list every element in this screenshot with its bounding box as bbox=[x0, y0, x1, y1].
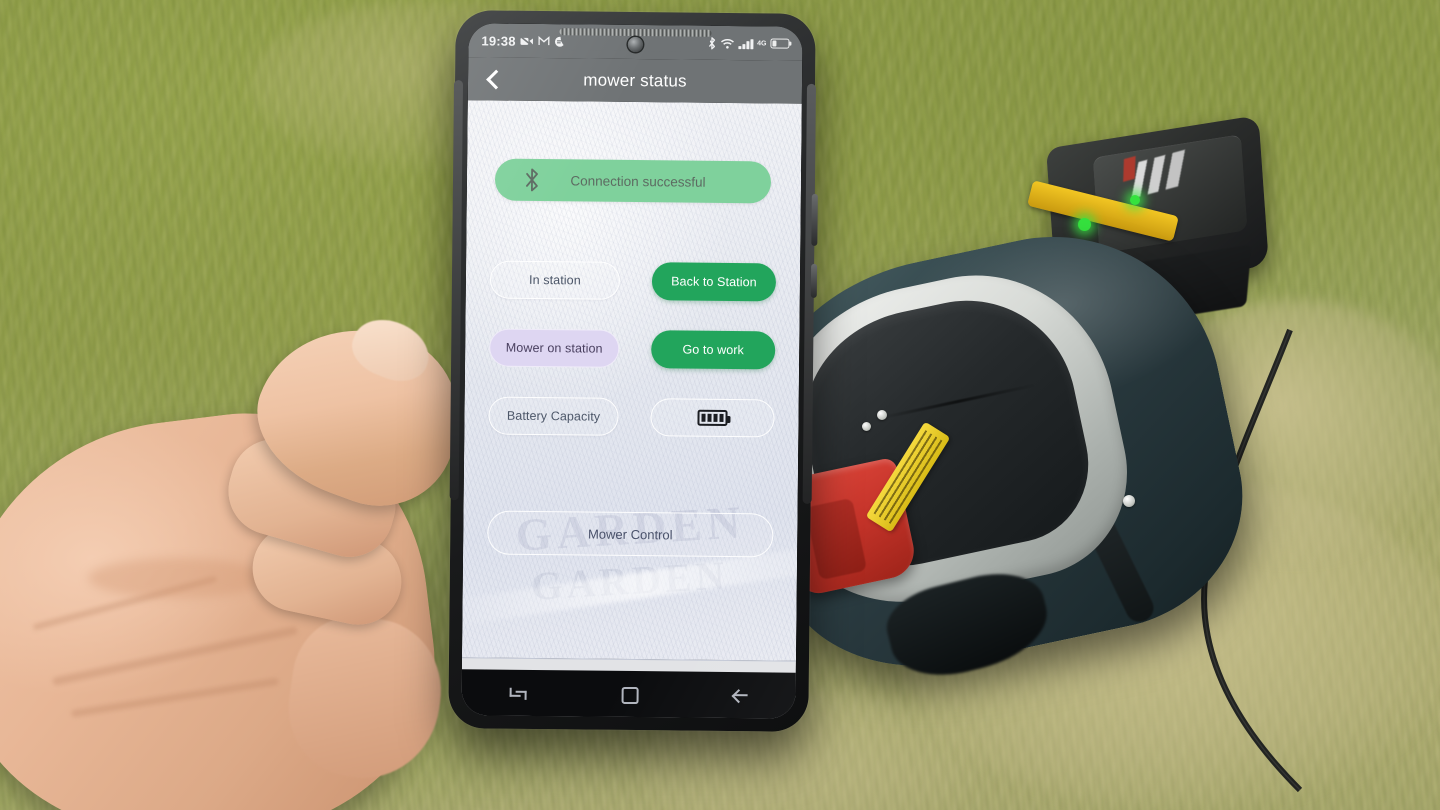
power-button[interactable] bbox=[810, 263, 818, 298]
knuckle-shadow bbox=[88, 558, 268, 598]
gmail-icon bbox=[538, 36, 550, 46]
status-label-mower-on-station: Mower on station bbox=[489, 328, 620, 368]
mower-screw bbox=[877, 410, 887, 420]
status-row-station: In station Back to Station bbox=[489, 260, 777, 302]
front-camera bbox=[627, 36, 643, 53]
battery-icon bbox=[770, 38, 790, 49]
signal-bars-icon bbox=[738, 38, 754, 49]
page-title: mower status bbox=[583, 69, 687, 91]
back-to-station-button[interactable]: Back to Station bbox=[651, 262, 777, 302]
wifi-icon bbox=[721, 37, 735, 49]
recents-icon[interactable] bbox=[508, 684, 526, 702]
status-label-in-station: In station bbox=[489, 260, 621, 300]
volume-button[interactable] bbox=[811, 193, 818, 246]
connection-status-text: Connection successful bbox=[570, 172, 706, 190]
app-content: GARDEN GARDEN Connection successful In s… bbox=[461, 100, 802, 661]
smartphone: 19:38 4G mower status Connection success… bbox=[448, 10, 818, 732]
robot-lawn-mower bbox=[723, 110, 1320, 695]
mower-screw bbox=[1123, 495, 1135, 507]
app-bar: mower status bbox=[467, 57, 803, 104]
back-chevron-icon[interactable] bbox=[482, 68, 504, 90]
battery-icon bbox=[697, 409, 728, 427]
status-row-battery: Battery Capacity bbox=[488, 396, 775, 438]
back-icon[interactable] bbox=[731, 686, 749, 704]
connection-status-banner: Connection successful bbox=[494, 158, 772, 204]
home-icon[interactable] bbox=[620, 685, 638, 703]
dock-status-led bbox=[1078, 218, 1091, 231]
status-bar-clock: 19:38 bbox=[481, 32, 516, 49]
mower-screw bbox=[862, 422, 871, 431]
status-label-battery-capacity: Battery Capacity bbox=[488, 396, 619, 436]
phone-screen: 19:38 4G mower status Connection success… bbox=[461, 23, 803, 719]
mower-status-led bbox=[1130, 195, 1140, 205]
video-mute-icon bbox=[520, 35, 534, 47]
network-type-label: 4G bbox=[757, 39, 767, 47]
outdoor-scene: 19:38 4G mower status Connection success… bbox=[0, 0, 1440, 810]
hand-holding-phone bbox=[0, 298, 520, 810]
mower-control-button[interactable]: Mower Control bbox=[487, 510, 774, 558]
go-to-work-button[interactable]: Go to work bbox=[651, 330, 776, 370]
android-navigation-bar bbox=[461, 669, 796, 719]
bluetooth-icon bbox=[519, 167, 545, 193]
status-row-mower-state: Mower on station Go to work bbox=[489, 328, 776, 370]
battery-capacity-indicator bbox=[650, 398, 775, 438]
